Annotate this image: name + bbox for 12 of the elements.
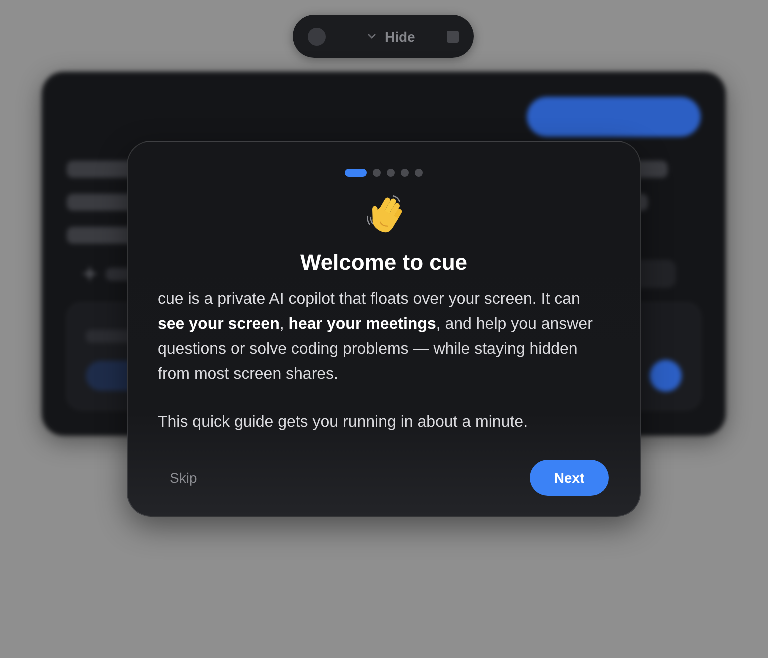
- circle-icon[interactable]: [308, 28, 326, 46]
- sparkle-icon: [82, 266, 98, 282]
- skip-button[interactable]: Skip: [159, 462, 208, 494]
- dialog-title: Welcome to cue: [300, 249, 468, 277]
- waving-hand-icon: [364, 194, 404, 234]
- square-icon[interactable]: [447, 30, 459, 42]
- chevron-down-icon: [368, 34, 376, 39]
- body-paragraph: This quick guide gets you running in about a minute.: [158, 413, 530, 433]
- blurred-circle-icon: [650, 360, 682, 392]
- hide-button[interactable]: Hide: [385, 28, 416, 44]
- body-paragraph: cue is a private AI copilot that floats over your screen. It can see your screen, hear your meetings, and help you answer questions or solve coding problems — while staying hidden from most screen shares.: [158, 290, 594, 385]
- next-button[interactable]: Next: [530, 460, 609, 496]
